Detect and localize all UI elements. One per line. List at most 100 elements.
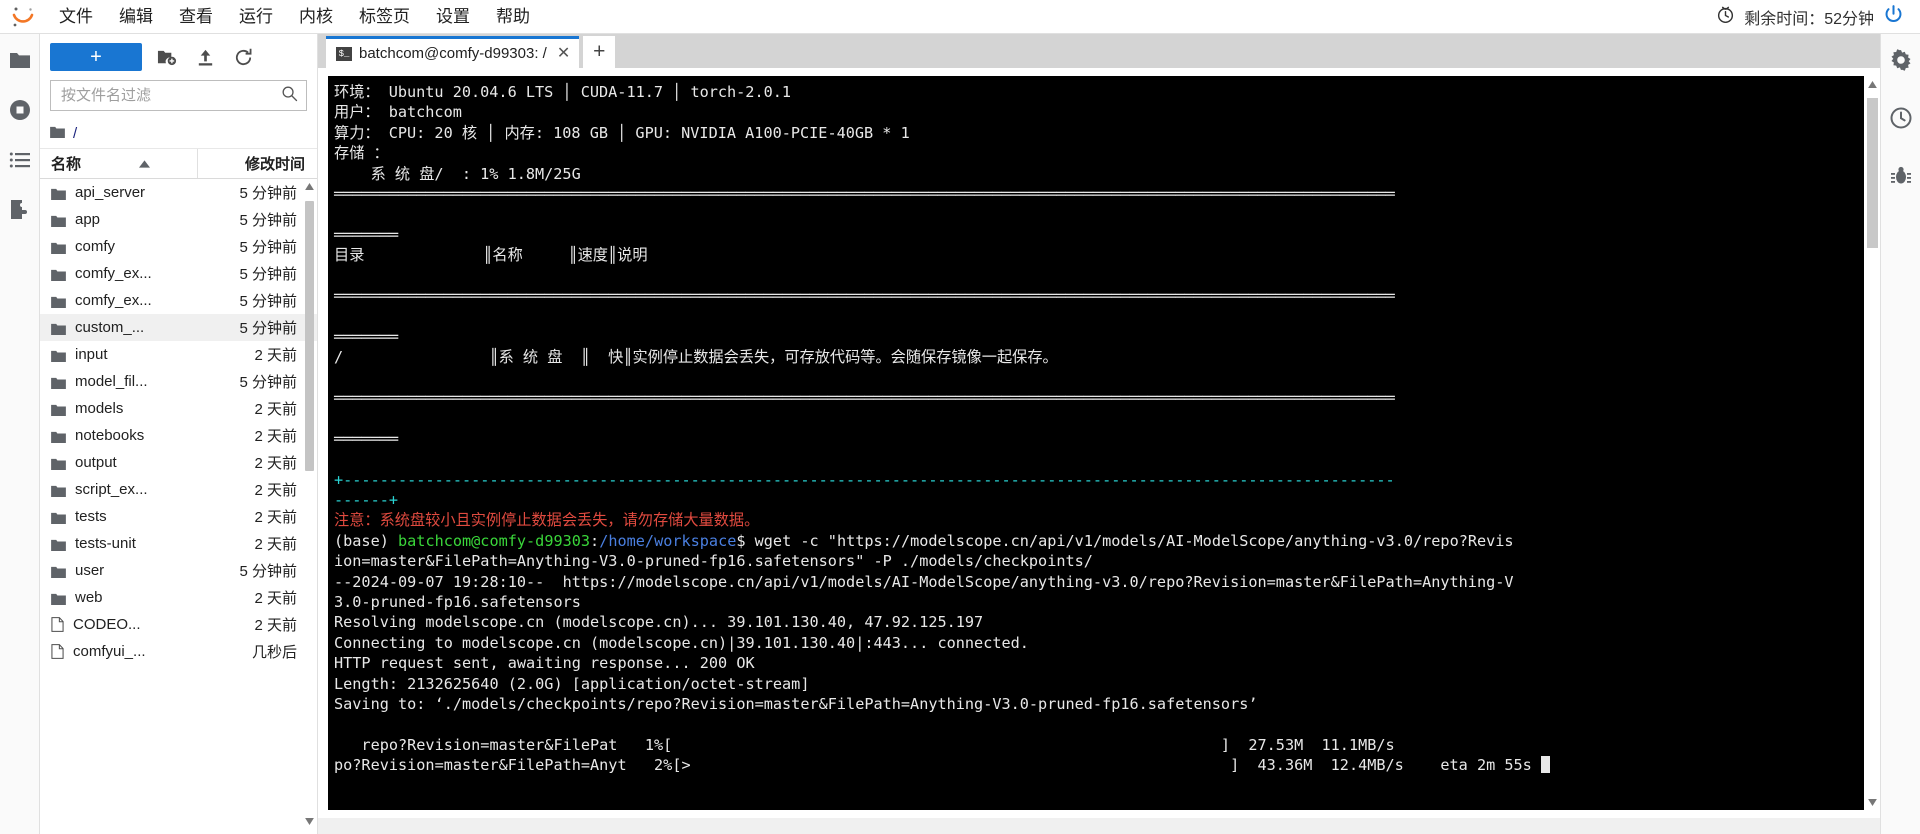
file-list-item[interactable]: user 5 分钟前 [40, 557, 317, 584]
table-of-contents-icon[interactable] [6, 146, 34, 174]
file-list-item-modified: 2 天前 [254, 347, 297, 364]
file-filter-input[interactable] [59, 86, 281, 105]
terminal-line: repo?Revision=master&FilePat 1%[ ] 27.53… [334, 735, 1860, 755]
scroll-down-arrow-icon[interactable] [304, 814, 315, 828]
clock-icon [1716, 5, 1735, 29]
running-terminals-icon[interactable] [6, 96, 34, 124]
file-browser-icon[interactable] [6, 46, 34, 74]
menu-item-tabs[interactable]: 标签页 [346, 0, 423, 34]
menu-item-settings[interactable]: 设置 [423, 0, 483, 34]
file-browser-toolbar: + [40, 34, 317, 80]
file-list-item-modified: 2 天前 [254, 509, 297, 526]
terminal-text: 目录 ║名称 ║速度║说明 [334, 246, 648, 265]
add-tab-button[interactable]: + [583, 36, 616, 68]
terminal-text: 环境： Ubuntu 20.04.6 LTS │ CUDA-11.7 │ tor… [334, 83, 792, 101]
file-list-item[interactable]: input 2 天前 [40, 341, 317, 368]
terminal-text: 用户： batchcom [334, 103, 462, 122]
terminal-output[interactable]: 环境： Ubuntu 20.04.6 LTS │ CUDA-11.7 │ tor… [328, 76, 1864, 810]
terminal-scroll-down-icon[interactable] [1864, 794, 1880, 810]
file-list-item[interactable]: custom_... 5 分钟前 [40, 314, 317, 341]
file-list-item-modified: 2 天前 [254, 401, 297, 418]
breadcrumb[interactable]: / [40, 119, 317, 149]
file-list-scrollbar[interactable] [304, 179, 315, 834]
menu-item-help[interactable]: 帮助 [483, 0, 543, 34]
file-list-item-name: api_server [40, 184, 197, 201]
file-list-item[interactable]: notebooks 2 天前 [40, 422, 317, 449]
file-list-item[interactable]: web 2 天前 [40, 584, 317, 611]
menu-item-run[interactable]: 运行 [226, 0, 286, 34]
refresh-icon[interactable] [230, 44, 256, 70]
file-list-item-name: script_ex... [40, 481, 197, 498]
file-list-item[interactable]: comfy_ex... 5 分钟前 [40, 287, 317, 314]
file-filter-box[interactable] [50, 80, 307, 111]
column-header-name[interactable]: 名称 [40, 153, 197, 174]
terminal-text: ════════════════════════════════════════… [334, 287, 1395, 306]
menu-item-file[interactable]: 文件 [46, 0, 106, 34]
property-inspector-icon[interactable] [1887, 46, 1915, 74]
folder-icon [51, 376, 66, 389]
file-list-item[interactable]: api_server 5 分钟前 [40, 179, 317, 206]
jupyter-logo-icon [0, 0, 46, 34]
file-list-scroll-thumb[interactable] [305, 201, 314, 471]
extension-manager-icon[interactable] [6, 196, 34, 224]
file-list-item[interactable]: comfy 5 分钟前 [40, 233, 317, 260]
power-icon[interactable] [1883, 4, 1904, 30]
tab-terminal[interactable]: $_ batchcom@comfy-d99303: / ✕ [326, 36, 580, 68]
terminal-line: Saving to: ‘./models/checkpoints/repo?Re… [334, 694, 1860, 714]
file-list-item[interactable]: output 2 天前 [40, 449, 317, 476]
bug-icon[interactable] [1887, 162, 1915, 190]
terminal-text: --2024-09-07 19:28:10-- https://modelsco… [334, 572, 1514, 591]
file-list-item-modified: 5 分钟前 [239, 293, 297, 310]
file-list-item-modified: 2 天前 [254, 482, 297, 499]
close-icon[interactable]: ✕ [554, 45, 570, 62]
file-list-item[interactable]: script_ex... 2 天前 [40, 476, 317, 503]
folder-icon [51, 430, 66, 443]
terminal-line: Length: 2132625640 (2.0G) [application/o… [334, 674, 1860, 694]
upload-icon[interactable] [192, 44, 218, 70]
file-list-item-modified: 5 分钟前 [239, 212, 297, 229]
file-list-item-label: input [75, 346, 108, 363]
terminal-text: (base) [334, 531, 399, 550]
file-list-item[interactable]: tests 2 天前 [40, 503, 317, 530]
file-list-item[interactable]: comfy_ex... 5 分钟前 [40, 260, 317, 287]
folder-icon [51, 241, 66, 254]
menu-item-view[interactable]: 查看 [166, 0, 226, 34]
terminal-line: Connecting to modelscope.cn (modelscope.… [334, 633, 1860, 653]
right-sidebar-rail [1880, 34, 1920, 834]
file-list-item-modified: 2 天前 [254, 455, 297, 472]
menu-item-kernel[interactable]: 内核 [286, 0, 346, 34]
file-list-item-label: app [75, 211, 101, 228]
terminal-line: ═══════ [334, 327, 1860, 347]
file-list-item[interactable]: models 2 天前 [40, 395, 317, 422]
new-launcher-button[interactable]: + [50, 43, 142, 71]
terminal-bottom-bar [318, 818, 1880, 834]
terminal-line: 3.0-pruned-fp16.safetensors [334, 592, 1860, 612]
scroll-up-arrow-icon[interactable] [304, 179, 315, 193]
file-list-item[interactable]: model_fil... 5 分钟前 [40, 368, 317, 395]
terminal-scrollbar[interactable] [1864, 76, 1880, 810]
menu-item-edit[interactable]: 编辑 [106, 0, 166, 34]
file-list-item[interactable]: app 5 分钟前 [40, 206, 317, 233]
terminal-text: ════════════════════════════════════════… [334, 389, 1395, 408]
debugger-icon[interactable] [1887, 104, 1915, 132]
file-list[interactable]: api_server 5 分钟前 app 5 分钟前 comfy 5 分钟前 comfy_e… [40, 179, 317, 834]
file-list-item-modified: 5 分钟前 [239, 563, 297, 580]
terminal-text: 存储 ： [334, 144, 389, 163]
terminal-scroll-thumb[interactable] [1867, 98, 1878, 248]
folder-icon [50, 125, 65, 143]
column-header-modified[interactable]: 修改时间 [197, 149, 317, 178]
file-list-item-name: web [40, 589, 197, 606]
file-list-item-label: notebooks [75, 427, 145, 444]
terminal-text: HTTP request sent, awaiting response... … [334, 654, 755, 673]
terminal-text: ion=master&FilePath=Anything-V3.0-pruned… [334, 552, 1093, 571]
file-list-item[interactable]: CODEO... 2 天前 [40, 611, 317, 638]
new-folder-icon[interactable] [154, 44, 180, 70]
file-list-item-label: script_ex... [75, 481, 148, 498]
file-list-item[interactable]: comfyui_... 几秒后 [40, 638, 317, 665]
file-list-item[interactable]: tests-unit 2 天前 [40, 530, 317, 557]
sort-ascending-icon [139, 155, 151, 172]
terminal-scroll-up-icon[interactable] [1864, 76, 1880, 92]
